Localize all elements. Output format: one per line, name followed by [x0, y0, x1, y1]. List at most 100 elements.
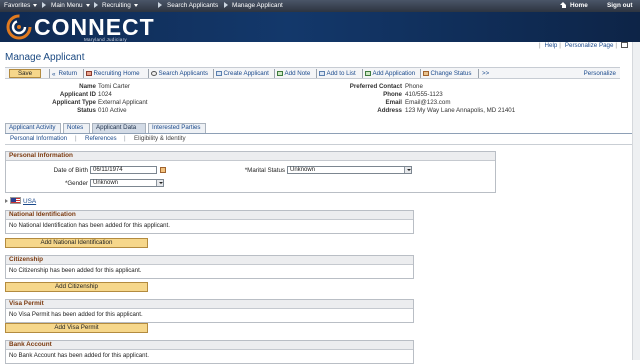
applicant-type-value: External Applicant	[98, 99, 148, 106]
tab-interested-parties[interactable]: Interested Parties	[148, 123, 206, 133]
recruiting-home-link[interactable]: Recruiting Home	[86, 70, 140, 77]
add-visa-permit-button[interactable]: Add Visa Permit	[5, 323, 148, 333]
help-link[interactable]: Help	[545, 42, 558, 49]
save-button[interactable]: Save	[9, 69, 41, 78]
country-label: USA	[23, 198, 37, 205]
breadcrumb-search-applicants[interactable]: Search Applicants	[167, 2, 218, 9]
subtab-personal-information[interactable]: Personal Information	[10, 135, 67, 142]
citizenship-header: Citizenship	[6, 256, 413, 265]
add-note-label: Add Note	[284, 70, 311, 77]
home-label: Home	[570, 2, 588, 9]
change-status-label: Change Status	[430, 70, 472, 77]
change-status-icon	[423, 70, 429, 76]
chevron-down-icon	[133, 3, 138, 7]
search-applicants-label: Search Applicants	[158, 70, 209, 77]
gender-select[interactable]: Unknown	[90, 179, 164, 187]
visa-permit-message: No Visa Permit has been added for this a…	[9, 311, 143, 318]
add-application-link[interactable]: Add Application	[365, 70, 415, 77]
tab-applicant-activity[interactable]: Applicant Activity	[5, 123, 61, 133]
marital-status-selected-value: Unknown	[290, 167, 316, 173]
personal-information-header: Personal Information	[6, 152, 495, 161]
connect-logo-icon	[6, 14, 32, 40]
main-menu[interactable]: Main Menu	[51, 2, 90, 9]
home-icon	[560, 2, 567, 8]
recruiting-home-label: Recruiting Home	[93, 70, 140, 77]
favorites-menu[interactable]: Favorites	[4, 2, 38, 9]
address-value: 123 My Way Lane Annapolis, MD 21401	[405, 107, 516, 114]
tab-applicant-data[interactable]: Applicant Data	[92, 123, 146, 133]
bank-account-message: No Bank Account has been added for this …	[9, 352, 149, 359]
marital-status-label: *Marital Status	[244, 167, 285, 174]
return-link[interactable]: «Return	[52, 70, 78, 78]
breadcrumb-separator-icon	[42, 2, 46, 8]
add-note-link[interactable]: Add Note	[277, 70, 310, 77]
utility-links: | Help | Personalize Page |	[537, 42, 628, 49]
home-link[interactable]: Home	[560, 2, 588, 9]
connect-logo-subtitle: Maryland Judiciary	[84, 37, 127, 42]
create-applicant-link[interactable]: Create Applicant	[216, 70, 269, 77]
page-title: Manage Applicant	[5, 52, 85, 63]
favorites-label: Favorites	[4, 2, 31, 9]
date-of-birth-input[interactable]: 06/11/1974	[90, 166, 157, 174]
vertical-scrollbar[interactable]	[632, 42, 640, 360]
tab-notes[interactable]: Notes	[63, 123, 90, 133]
return-arrow-icon: «	[52, 70, 56, 78]
visa-permit-header: Visa Permit	[6, 300, 413, 309]
breadcrumb-manage-applicant[interactable]: Manage Applicant	[232, 2, 283, 9]
application-icon	[365, 70, 371, 76]
preferred-contact-label: Preferred Contact	[349, 83, 402, 90]
main-menu-label: Main Menu	[51, 2, 83, 9]
gender-label: *Gender	[64, 180, 88, 187]
breadcrumb-recruiting[interactable]: Recruiting	[102, 2, 138, 9]
chevron-down-icon	[85, 3, 90, 7]
search-applicants-link[interactable]: Search Applicants	[151, 70, 208, 77]
national-identification-message: No National Identification has been adde…	[9, 222, 170, 229]
citizenship-section: Citizenship No Citizenship has been adde…	[5, 255, 414, 279]
applicant-id-label: Applicant ID	[59, 91, 96, 98]
add-application-label: Add Application	[372, 70, 416, 77]
create-applicant-icon	[216, 70, 222, 76]
add-national-identification-button[interactable]: Add National Identification	[5, 238, 148, 248]
personalize-link[interactable]: Personalize	[584, 70, 616, 77]
bank-account-section: Bank Account No Bank Account has been ad…	[5, 340, 414, 364]
phone-value: 410/555-1123	[405, 91, 443, 98]
return-label: Return	[58, 70, 78, 77]
breadcrumb-separator-icon	[94, 2, 98, 8]
search-icon	[151, 70, 157, 76]
signout-link[interactable]: Sign out	[607, 2, 633, 9]
status-label: Status	[77, 107, 96, 114]
change-status-link[interactable]: Change Status	[423, 70, 471, 77]
more-actions-link[interactable]: >>	[482, 70, 489, 77]
marital-status-select[interactable]: Unknown	[287, 166, 412, 174]
note-icon	[277, 70, 283, 76]
add-to-list-link[interactable]: Add to List	[319, 70, 356, 77]
citizenship-message: No Citizenship has been added for this a…	[9, 267, 142, 274]
calendar-icon[interactable]	[160, 167, 166, 173]
dropdown-arrow-icon	[156, 180, 163, 186]
date-of-birth-label: Date of Birth	[53, 167, 88, 174]
add-citizenship-button[interactable]: Add Citizenship	[5, 282, 148, 292]
chevron-down-icon	[33, 3, 38, 7]
email-value: Email@123.com	[405, 99, 451, 106]
personalize-page-link[interactable]: Personalize Page	[565, 42, 614, 49]
country-toggle[interactable]: USA	[5, 197, 36, 205]
national-identification-header: National Identification	[6, 211, 413, 220]
subtab-references[interactable]: References	[85, 135, 117, 142]
expand-arrow-icon	[5, 199, 8, 203]
visa-permit-section: Visa Permit No Visa Permit has been adde…	[5, 299, 414, 323]
new-window-icon[interactable]	[621, 42, 628, 48]
list-icon	[319, 70, 325, 76]
us-flag-icon	[10, 197, 21, 204]
applicant-id-value: 1024	[98, 91, 112, 98]
subtab-eligibility-identity[interactable]: Eligibility & Identity	[134, 135, 186, 142]
breadcrumb-recruiting-label: Recruiting	[102, 2, 131, 9]
create-applicant-label: Create Applicant	[223, 70, 269, 77]
top-navigation-bar: Favorites Main Menu Recruiting Search Ap…	[0, 0, 640, 12]
applicant-type-label: Applicant Type	[52, 99, 96, 106]
preferred-contact-value: Phone	[405, 83, 423, 90]
connect-banner: CONNECT Maryland Judiciary	[0, 12, 640, 42]
email-label: Email	[385, 99, 402, 106]
breadcrumb-separator-icon	[158, 2, 162, 8]
add-to-list-label: Add to List	[326, 70, 356, 77]
address-label: Address	[377, 107, 402, 114]
